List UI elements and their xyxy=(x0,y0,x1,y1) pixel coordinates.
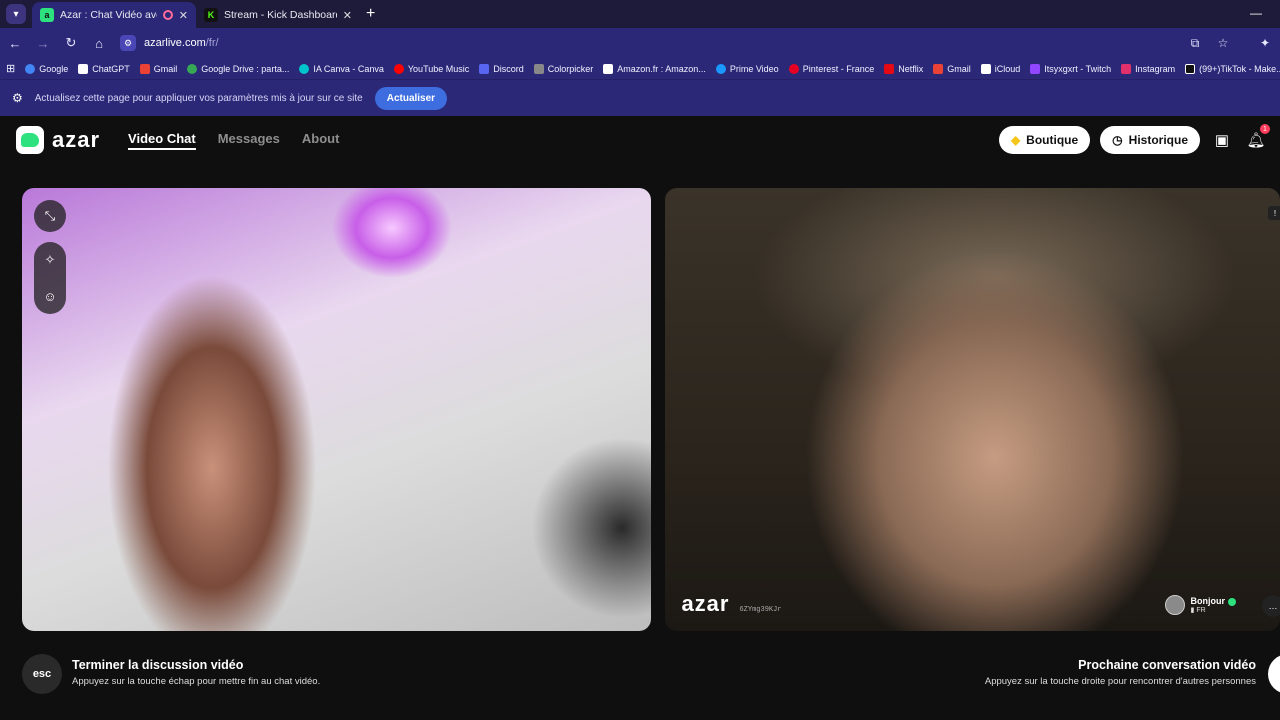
bookmark-item[interactable]: YouTube Music xyxy=(393,63,469,74)
main-nav: Video Chat Messages About xyxy=(128,131,339,150)
logo-text: azar xyxy=(52,127,101,152)
report-icon[interactable]: ! xyxy=(1268,206,1280,220)
recording-icon xyxy=(162,10,173,20)
video-area: ⤡ ✧ ☺ azar 6ZYmg39KJr Bonjour ▮ FR … ! xyxy=(22,188,1280,631)
azar-logo-icon xyxy=(16,126,44,154)
self-video: azar 6ZYmg39KJr Bonjour ▮ FR … ! xyxy=(665,188,1280,631)
bookmark-item[interactable]: Gmail xyxy=(139,63,177,74)
close-tab-icon[interactable]: ✕ xyxy=(343,9,352,22)
end-chat-title: Terminer la discussion vidéo xyxy=(72,658,244,672)
azar-app: azar Video Chat Messages About ◆ Boutiqu… xyxy=(0,116,1280,720)
url-host: azarlive.com xyxy=(144,37,206,49)
nav-about[interactable]: About xyxy=(302,131,340,150)
reload-page-button[interactable]: Actualiser xyxy=(374,86,448,110)
end-chat-button[interactable]: esc xyxy=(22,654,62,694)
bookmark-star-icon[interactable]: ☆ xyxy=(1216,36,1230,50)
extensions-icon[interactable]: ✦ xyxy=(1258,36,1272,50)
end-chat-info: Terminer la discussion vidéo Appuyez sur… xyxy=(72,658,320,687)
home-icon[interactable]: ⌂ xyxy=(92,36,106,51)
effects-group: ✧ ☺ xyxy=(34,242,66,314)
azar-favicon-icon: a xyxy=(40,8,54,22)
bookmark-item[interactable]: Colorpicker xyxy=(533,63,593,74)
video-side-controls: ⤡ ✧ ☺ xyxy=(34,200,66,314)
resize-icon[interactable]: ⤡ xyxy=(34,200,66,232)
remote-video: ⤡ ✧ ☺ xyxy=(22,188,652,631)
watermark-logo: azar xyxy=(681,591,730,616)
clock-icon: ◷ xyxy=(1112,133,1123,147)
historique-label: Historique xyxy=(1128,133,1188,147)
user-id: 6ZYmg39KJr xyxy=(739,606,782,614)
settings-gear-icon: ⚙ xyxy=(12,91,23,105)
apps-grid-icon[interactable]: ⊞ xyxy=(6,62,15,75)
bookmark-item[interactable]: Google xyxy=(25,63,68,74)
historique-button[interactable]: ◷ Historique xyxy=(1100,126,1200,154)
header-actions: ◆ Boutique ◷ Historique ▣ 🔔︎ 1 xyxy=(998,124,1270,154)
install-app-icon[interactable]: ⧉ xyxy=(1188,36,1202,51)
bookmark-item[interactable]: ChatGPT xyxy=(78,63,130,74)
forward-arrow-icon[interactable]: → xyxy=(36,36,50,51)
tab-title: Azar : Chat Vidéo avec de n xyxy=(60,9,157,21)
verified-icon xyxy=(1228,597,1236,606)
tab-title: Stream - Kick Dashboard xyxy=(224,9,337,21)
tab-kick[interactable]: K Stream - Kick Dashboard ✕ xyxy=(196,2,360,28)
next-chat-info: Prochaine conversation vidéo Appuyez sur… xyxy=(985,658,1256,687)
partner-info[interactable]: Bonjour ▮ FR xyxy=(1164,595,1236,615)
update-infobar: ⚙ Actualisez cette page pour appliquer v… xyxy=(0,80,1280,116)
minimize-window-button[interactable]: — xyxy=(1250,6,1262,20)
address-bar[interactable]: ⚙ azarlive.com/fr/ xyxy=(120,35,1174,51)
next-chat-button[interactable] xyxy=(1268,654,1280,694)
browser-tabbar: ▾ a Azar : Chat Vidéo avec de n ✕ K Stre… xyxy=(0,0,1280,28)
bookmark-item[interactable]: Netflix xyxy=(884,63,923,74)
next-chat-title: Prochaine conversation vidéo xyxy=(1078,658,1256,672)
inbox-icon[interactable]: ▣ xyxy=(1210,128,1234,152)
site-info-icon[interactable]: ⚙ xyxy=(120,35,136,51)
bookmark-item[interactable]: Pinterest - France xyxy=(788,63,874,74)
nav-messages[interactable]: Messages xyxy=(218,131,280,150)
kick-favicon-icon: K xyxy=(204,8,218,22)
close-tab-icon[interactable]: ✕ xyxy=(179,9,188,22)
bookmark-item[interactable]: Google Drive : parta... xyxy=(187,63,289,74)
boutique-label: Boutique xyxy=(1026,133,1079,147)
face-filter-icon[interactable]: ☺ xyxy=(34,278,66,314)
bell-icon[interactable]: 🔔︎ 1 xyxy=(1244,124,1270,152)
bookmark-item[interactable]: Itsyxgxrt - Twitch xyxy=(1030,63,1111,74)
bookmarks-bar: ⊞ Google ChatGPT Gmail Google Drive : pa… xyxy=(0,58,1280,80)
bookmark-item[interactable]: Gmail xyxy=(933,63,971,74)
nav-video-chat[interactable]: Video Chat xyxy=(128,131,196,150)
app-header: azar Video Chat Messages About ◆ Boutiqu… xyxy=(0,116,1280,164)
azar-logo[interactable]: azar xyxy=(16,126,100,154)
tab-azar[interactable]: a Azar : Chat Vidéo avec de n ✕ xyxy=(32,2,196,28)
magic-wand-icon[interactable]: ✧ xyxy=(34,242,66,278)
next-chat-subtitle: Appuyez sur la touche droite pour rencon… xyxy=(984,676,1256,687)
tab-search-button[interactable]: ▾ xyxy=(6,4,26,24)
gem-icon: ◆ xyxy=(1010,133,1021,147)
partner-name: Bonjour xyxy=(1190,596,1226,606)
bookmark-item[interactable]: Instagram xyxy=(1121,63,1175,74)
infobar-message: Actualisez cette page pour appliquer vos… xyxy=(34,92,363,104)
browser-toolbar: ← → ↻ ⌂ ⚙ azarlive.com/fr/ ⧉ ☆ ✦ xyxy=(0,28,1280,58)
france-flag-icon: ▮ xyxy=(1190,607,1195,614)
bookmark-item[interactable]: IA Canva - Canva xyxy=(299,63,384,74)
bookmark-item[interactable]: Discord xyxy=(479,63,524,74)
avatar xyxy=(1164,595,1185,615)
chat-bubble-icon[interactable]: … xyxy=(1262,595,1280,617)
bookmark-item[interactable]: iCloud xyxy=(980,63,1020,74)
back-arrow-icon[interactable]: ← xyxy=(8,36,22,51)
bookmark-item[interactable]: (99+)TikTok - Make... xyxy=(1185,63,1280,74)
new-tab-button[interactable]: + xyxy=(366,5,375,23)
partner-country: FR xyxy=(1196,607,1206,614)
video-watermark: azar 6ZYmg39KJr xyxy=(681,591,781,617)
reload-icon[interactable]: ↻ xyxy=(64,35,78,51)
url-path: /fr/ xyxy=(205,37,219,49)
video-footer: esc Terminer la discussion vidéo Appuyez… xyxy=(22,646,1280,696)
bookmark-item[interactable]: Prime Video xyxy=(715,63,779,74)
end-chat-subtitle: Appuyez sur la touche échap pour mettre … xyxy=(72,676,321,687)
notification-badge: 1 xyxy=(1260,124,1270,134)
boutique-button[interactable]: ◆ Boutique xyxy=(998,126,1091,154)
bookmark-item[interactable]: Amazon.fr : Amazon... xyxy=(603,63,706,74)
